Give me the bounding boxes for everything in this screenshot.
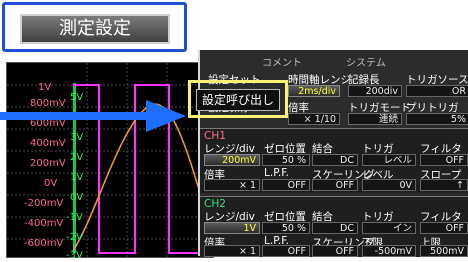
tick-right-6: -1V	[66, 212, 83, 223]
tick-left-3: 400mV	[30, 138, 66, 149]
ch1-lpf-value[interactable]: OFF	[262, 179, 310, 191]
ch2-trigger-value[interactable]: イン	[362, 222, 416, 234]
ch1-coupling-value[interactable]: DC	[312, 154, 358, 166]
tick-right-7: -2V	[66, 232, 83, 243]
ch1-mag-value[interactable]: × 1	[204, 179, 260, 191]
ch1-range-value[interactable]: 200mV	[204, 154, 260, 166]
ch1-slope-value[interactable]: ↑	[420, 179, 468, 191]
record-length-value[interactable]: 200div	[348, 85, 402, 97]
tick-left-8: -600mV	[24, 238, 64, 249]
tick-left-7: -400mV	[24, 218, 64, 229]
ch2-section: CH2 レンジ/div ゼロ位置 結合 トリガ フィルタ 1V 50 % DC …	[200, 196, 468, 257]
tick-right-4: 1V	[70, 172, 84, 183]
ch2-mag-value[interactable]: × 1	[204, 245, 260, 257]
settings-recall-button[interactable]: 設定呼び出し	[196, 89, 280, 111]
ch1-level-value[interactable]: 0V	[362, 179, 416, 191]
trigger-source-value[interactable]: OR	[406, 85, 468, 97]
ch1-filter-value[interactable]: OFF	[420, 154, 468, 166]
ch2-scaling-value[interactable]: OFF	[312, 245, 358, 257]
tick-left-6: -200mV	[24, 198, 64, 209]
tab-comment[interactable]: コメント	[262, 54, 302, 69]
ch1-section: CH1 レンジ/div ゼロ位置 結合 トリガ フィルタ 200mV 50 % …	[200, 128, 468, 193]
magnification-value[interactable]: × 1/10	[288, 113, 340, 125]
ch2-range-value[interactable]: 1V	[204, 222, 260, 234]
ch2-upper-value[interactable]: 500mV	[420, 245, 468, 257]
tick-left-0: 1V	[38, 82, 52, 93]
ch1-lpf-label: L.P.F.	[264, 167, 289, 179]
tick-right-8: -3V	[66, 250, 83, 261]
ch2-coupling-value[interactable]: DC	[312, 222, 358, 234]
ch2-lower-value[interactable]: -500mV	[362, 245, 416, 257]
time-range-value[interactable]: 2ms/div	[288, 85, 340, 97]
tick-right-3: 2V	[70, 152, 84, 163]
ch2-lpf-value[interactable]: OFF	[262, 245, 310, 257]
pointer-arrow-icon	[0, 100, 186, 132]
ch1-trigger-value[interactable]: レベル	[362, 154, 416, 166]
ch2-zero-value[interactable]: 50 %	[262, 222, 310, 234]
ch1-scaling-value[interactable]: OFF	[312, 179, 358, 191]
trigger-mode-value[interactable]: 連続	[348, 113, 402, 125]
pretrigger-value[interactable]: 5%	[406, 113, 468, 125]
tick-right-5: 0V	[70, 192, 84, 203]
ch1-zero-value[interactable]: 50 %	[262, 154, 310, 166]
measurement-settings-title-button[interactable]: 測定設定	[20, 14, 170, 44]
tab-system[interactable]: システム	[346, 54, 386, 69]
tick-left-5: 0V	[44, 178, 58, 189]
tick-left-4: 200mV	[30, 158, 66, 169]
ch2-filter-value[interactable]: OFF	[420, 222, 468, 234]
